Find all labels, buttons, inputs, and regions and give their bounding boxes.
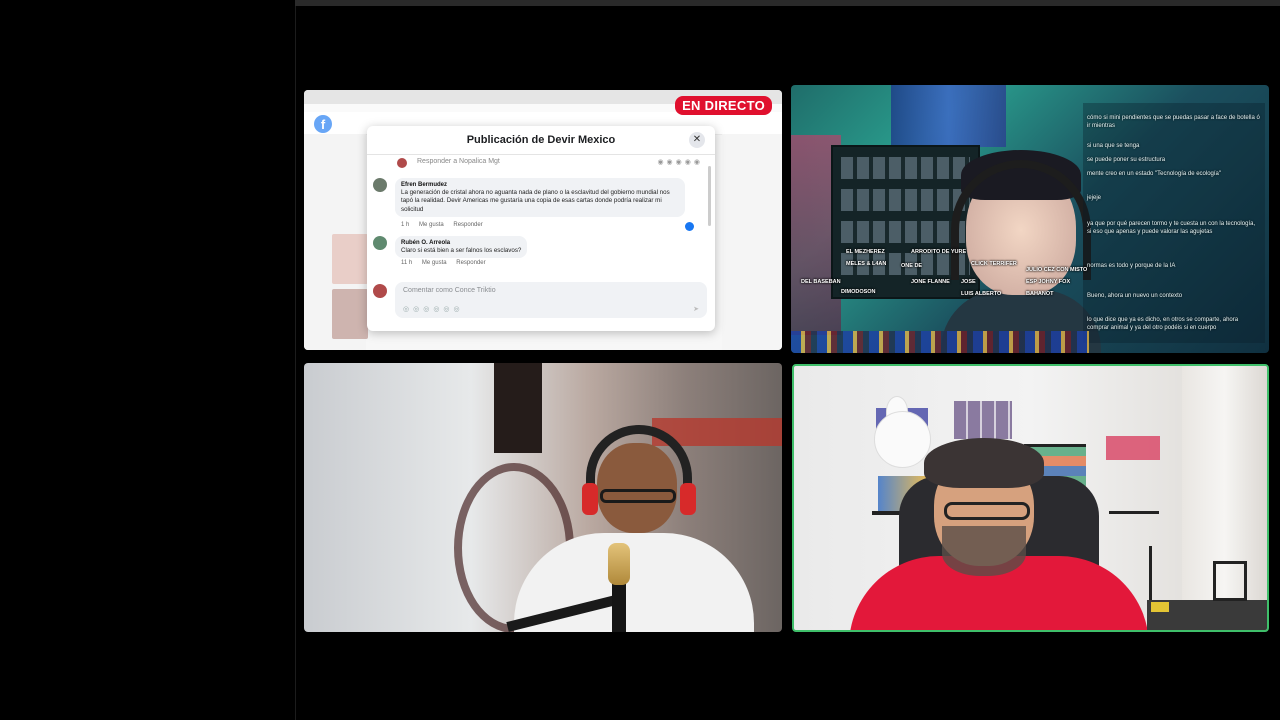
wall-shelf [1109,511,1159,514]
like-link[interactable]: Me gusta [419,222,444,228]
comment-bubble: Rubén O. Arreola Claro si está bien a se… [395,236,528,259]
comment-bubble: Efren Bermudez La generación de cristal … [395,178,685,218]
background-doorway [494,363,542,453]
comment-text: La generación de cristal ahora no aguant… [401,189,670,213]
wall-poster [891,85,1006,147]
glasses [944,502,1030,520]
like-link[interactable]: Me gusta [422,260,447,266]
chat-message: mente creo en un estado "Tecnología de e… [1087,171,1222,177]
chat-message: cómo si mini pendientes que se puedas pa… [1087,115,1260,129]
plush-toy [874,411,931,468]
participant-beard [942,526,1026,576]
collectible-box [1106,436,1160,460]
comment-text: Claro si está bien a ser falnos los escl… [401,247,522,255]
avatar [373,284,387,298]
wall-card-frames [954,401,1012,439]
wall-shelf [1024,444,1086,447]
participant-hair [924,438,1044,488]
desk-item [1151,602,1169,612]
stream-chat-overlay: cómo si mini pendientes que se puedas pa… [1083,103,1265,343]
comment-meta: 11 h Me gusta Responder [401,260,494,266]
mic-stand [612,583,626,632]
modal-title: Publicación de Devir Mexico [466,134,616,146]
viewer-name-label: JOSE [961,279,976,285]
modal-scrollbar[interactable] [708,166,711,226]
comment-author[interactable]: Efren Bermudez [401,181,679,189]
reply-input-row[interactable]: Responder a Nopalica Mgt ◉◉◉◉◉ [397,158,703,168]
comment-author[interactable]: Rubén O. Arreola [401,239,521,247]
video-call-stage: f EN DIRECTO Publicación de Devir Mexico… [0,0,1280,720]
viewer-name-label: EL MEZHEREZ [846,249,885,255]
participant-tile-active-speaker[interactable] [792,364,1269,632]
avatar [373,178,387,192]
viewer-name-label: JULIO CEZ CON MISTO [1026,267,1088,273]
chat-message: normas es todo y porque de la IA [1087,263,1176,269]
viewer-name-label: ONE DE [901,263,923,269]
chat-message: lo que dice que ya es dicho, en otros se… [1087,317,1239,331]
glasses [600,489,676,503]
comment-time: 1 h [401,222,410,228]
like-reaction-icon [685,222,694,231]
top-toolbar-strip [295,0,1280,6]
viewer-name-label: ARRODITO DE YURE [911,249,967,255]
divider [367,154,715,155]
reply-link[interactable]: Responder [453,222,482,228]
viewer-name-label: LUIS ALBERTO [961,291,1002,297]
chat-message: ya que por qué parecen tormo y te cuesta… [1087,221,1256,235]
headset-earcup [582,483,598,515]
comment-tools-icon[interactable]: ◎◎◎◎◎◎ [403,305,464,313]
participant-tile-mic[interactable] [304,363,782,632]
viewer-name-label: JONE FLANNE [911,279,950,285]
chat-message: se puede poner su estructura [1087,157,1166,163]
send-icon[interactable]: ➤ [693,305,699,313]
left-empty-panel [0,0,295,720]
viewer-names-overlay: EL MEZHEREZ ARRODITO DE YURE CLICK TERRIFE… [801,249,1091,329]
pixel-sprites-row [791,331,1089,353]
viewer-name-label: BAHANOT [1026,291,1054,297]
headset-earcup [680,483,696,515]
screen-share-tile[interactable]: f EN DIRECTO Publicación de Devir Mexico… [304,90,782,350]
chat-message: si una que se tenga [1087,143,1140,149]
microphone-icon [608,543,630,585]
chat-message: Bueno, ahora un nuevo un contexto [1087,293,1183,299]
post-modal: Publicación de Devir Mexico ✕ Responder … [367,126,715,331]
comment-input-placeholder: Comentar como Conce Triktio [403,287,496,294]
avatar [373,236,387,250]
avatar [397,158,407,168]
monitor [1213,561,1247,601]
comment-meta: 1 h Me gusta Responder [401,222,491,228]
emoji-tools-icon[interactable]: ◉◉◉◉◉ [657,158,703,166]
participant-tile-streamer[interactable]: cómo si mini pendientes que se puedas pa… [791,85,1269,353]
viewer-name-label: DEL BASEBAN [801,279,841,285]
viewer-name-label: MELES & L4AN [846,261,887,267]
write-comment-box[interactable]: Comentar como Conce Triktio ◎◎◎◎◎◎ ➤ [373,282,707,320]
comment-time: 11 h [401,260,413,266]
reply-placeholder: Responder a Nopalica Mgt [417,158,500,165]
live-badge: EN DIRECTO [675,96,772,115]
viewer-name-label: DIMODOSON [841,289,876,295]
close-icon[interactable]: ✕ [689,132,705,148]
comment-input[interactable]: Comentar como Conce Triktio ◎◎◎◎◎◎ ➤ [395,282,707,318]
reply-link[interactable]: Responder [456,260,485,266]
chat-message: jejeje [1087,195,1102,201]
viewer-name-label: ESP JOHNY FOX [1026,279,1071,285]
viewer-name-label: CLICK TERRIFER [971,261,1017,267]
